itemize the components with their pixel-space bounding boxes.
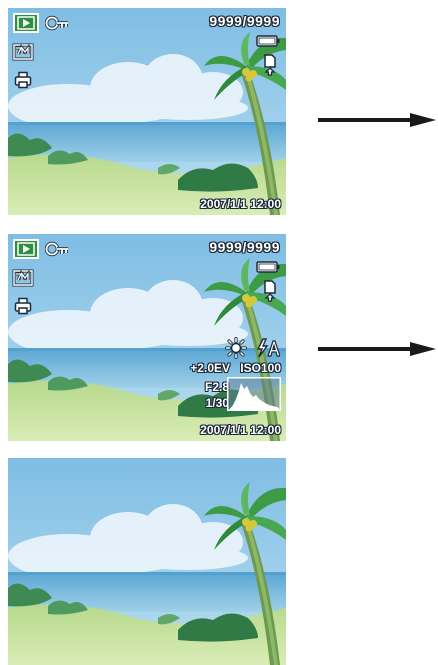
image-counter: 9999/9999	[209, 239, 280, 255]
image-counter: 9999/9999	[209, 13, 280, 29]
shutter-speed: 1/30	[205, 396, 229, 410]
beach-photo	[8, 8, 286, 215]
playback-mode-icon	[13, 239, 39, 259]
memory-card-icon	[264, 280, 276, 302]
aperture-value: F2.8	[204, 380, 229, 394]
white-balance-sun-icon	[225, 337, 247, 359]
lcd-screen-no-info	[8, 458, 286, 665]
exposure-compensation: +2.0EV	[190, 361, 230, 375]
lcd-screen-basic-info: 9999/9999 2007/1/1 12:00	[8, 8, 286, 215]
date-time: 2007/1/1 12:00	[200, 423, 281, 437]
battery-icon	[256, 261, 280, 273]
right-arrow-icon	[318, 113, 436, 127]
image-size-7m-icon	[12, 269, 34, 287]
lcd-screen-detailed-info: 9999/9999 +2.0EV ISO100 F2.8 1/30 2007/1…	[8, 234, 286, 441]
date-time: 2007/1/1 12:00	[200, 197, 281, 211]
dpof-print-icon	[14, 297, 32, 315]
protect-key-icon	[45, 241, 68, 257]
flash-auto-icon	[256, 338, 280, 358]
image-size-7m-icon	[12, 43, 34, 61]
memory-card-icon	[264, 54, 276, 76]
protect-key-icon	[45, 15, 68, 31]
playback-mode-icon	[13, 13, 39, 33]
battery-icon	[256, 35, 280, 47]
right-arrow-icon	[318, 342, 436, 356]
dpof-print-icon	[14, 71, 32, 89]
histogram-graph	[227, 377, 281, 411]
iso-value: ISO100	[240, 361, 281, 375]
beach-photo	[8, 458, 286, 665]
